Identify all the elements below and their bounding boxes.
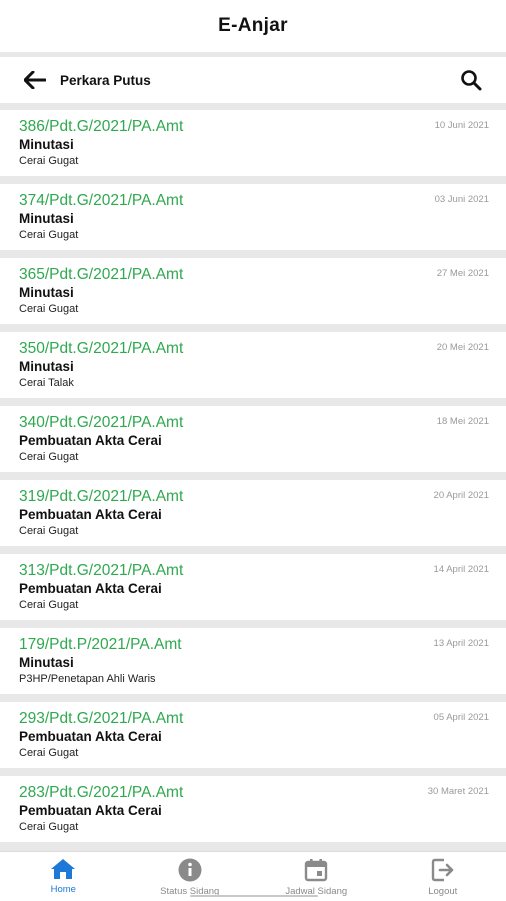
case-type: Cerai Gugat	[19, 747, 78, 759]
case-date: 10 Juni 2021	[435, 120, 489, 131]
arrow-left-icon	[24, 71, 46, 89]
case-stage: Pembuatan Akta Cerai	[19, 729, 162, 744]
case-date: 13 April 2021	[434, 638, 489, 649]
nav-jadwal-sidang[interactable]: Jadwal Sidang	[253, 852, 380, 901]
case-list: 386/Pdt.G/2021/PA.Amt Minutasi Cerai Gug…	[0, 110, 506, 850]
case-item[interactable]: 293/Pdt.G/2021/PA.Amt Pembuatan Akta Cer…	[0, 702, 506, 768]
search-button[interactable]	[456, 65, 486, 95]
screen-title: Perkara Putus	[60, 73, 151, 88]
case-number: 374/Pdt.G/2021/PA.Amt	[19, 192, 183, 210]
toolbar: Perkara Putus	[0, 57, 506, 103]
case-item[interactable]: 340/Pdt.G/2021/PA.Amt Pembuatan Akta Cer…	[0, 406, 506, 472]
case-type: P3HP/Penetapan Ahli Waris	[19, 673, 156, 685]
case-type: Cerai Gugat	[19, 821, 78, 833]
case-stage: Pembuatan Akta Cerai	[19, 433, 162, 448]
app-header: E-Anjar	[0, 0, 506, 52]
case-item[interactable]: 365/Pdt.G/2021/PA.Amt Minutasi Cerai Gug…	[0, 258, 506, 324]
info-icon	[178, 858, 202, 882]
case-stage: Minutasi	[19, 359, 74, 374]
nav-logout[interactable]: Logout	[380, 852, 506, 901]
logout-icon	[431, 858, 455, 882]
app-title: E-Anjar	[218, 15, 288, 37]
case-number: 340/Pdt.G/2021/PA.Amt	[19, 414, 183, 432]
case-stage: Pembuatan Akta Cerai	[19, 803, 162, 818]
case-item[interactable]: 313/Pdt.G/2021/PA.Amt Pembuatan Akta Cer…	[0, 554, 506, 620]
case-number: 350/Pdt.G/2021/PA.Amt	[19, 340, 183, 358]
case-type: Cerai Gugat	[19, 229, 78, 241]
case-item[interactable]: 179/Pdt.P/2021/PA.Amt Minutasi P3HP/Pene…	[0, 628, 506, 694]
case-stage: Minutasi	[19, 285, 74, 300]
case-date: 03 Juni 2021	[435, 194, 489, 205]
case-date: 27 Mei 2021	[437, 268, 489, 279]
case-stage: Minutasi	[19, 137, 74, 152]
case-type: Cerai Gugat	[19, 525, 78, 537]
back-button[interactable]	[20, 65, 50, 95]
case-item[interactable]: 319/Pdt.G/2021/PA.Amt Pembuatan Akta Cer…	[0, 480, 506, 546]
case-number: 386/Pdt.G/2021/PA.Amt	[19, 118, 183, 136]
case-type: Cerai Gugat	[19, 155, 78, 167]
home-icon	[50, 858, 76, 880]
bottom-nav: Home Status Sidang Jadwal Sidang Logout	[0, 851, 506, 901]
case-type: Cerai Gugat	[19, 599, 78, 611]
case-number: 319/Pdt.G/2021/PA.Amt	[19, 488, 183, 506]
case-item[interactable]: 350/Pdt.G/2021/PA.Amt Minutasi Cerai Tal…	[0, 332, 506, 398]
nav-home[interactable]: Home	[0, 852, 127, 901]
case-date: 05 April 2021	[434, 712, 489, 723]
case-type: Cerai Talak	[19, 377, 74, 389]
nav-status-sidang[interactable]: Status Sidang	[127, 852, 254, 901]
case-stage: Pembuatan Akta Cerai	[19, 507, 162, 522]
case-stage: Pembuatan Akta Cerai	[19, 581, 162, 596]
case-item[interactable]: 374/Pdt.G/2021/PA.Amt Minutasi Cerai Gug…	[0, 184, 506, 250]
case-date: 20 Mei 2021	[437, 342, 489, 353]
nav-home-label: Home	[51, 884, 76, 895]
case-type: Cerai Gugat	[19, 451, 78, 463]
case-item[interactable]: 386/Pdt.G/2021/PA.Amt Minutasi Cerai Gug…	[0, 110, 506, 176]
case-stage: Minutasi	[19, 211, 74, 226]
case-date: 18 Mei 2021	[437, 416, 489, 427]
case-date: 14 April 2021	[434, 564, 489, 575]
home-indicator	[190, 895, 318, 897]
case-number: 365/Pdt.G/2021/PA.Amt	[19, 266, 183, 284]
calendar-icon	[304, 858, 328, 882]
search-icon	[460, 69, 482, 91]
case-stage: Minutasi	[19, 655, 74, 670]
case-number: 313/Pdt.G/2021/PA.Amt	[19, 562, 183, 580]
case-date: 20 April 2021	[434, 490, 489, 501]
case-number: 293/Pdt.G/2021/PA.Amt	[19, 710, 183, 728]
case-number: 283/Pdt.G/2021/PA.Amt	[19, 784, 183, 802]
case-date: 30 Maret 2021	[428, 786, 489, 797]
case-item[interactable]: 283/Pdt.G/2021/PA.Amt Pembuatan Akta Cer…	[0, 776, 506, 842]
nav-logout-label: Logout	[428, 886, 457, 897]
case-number: 179/Pdt.P/2021/PA.Amt	[19, 636, 182, 654]
case-type: Cerai Gugat	[19, 303, 78, 315]
